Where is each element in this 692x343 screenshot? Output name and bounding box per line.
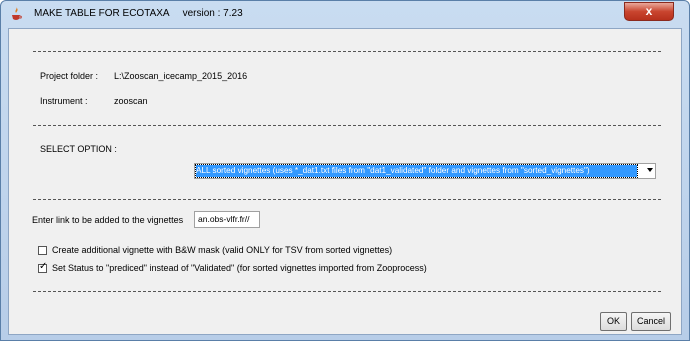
- separator: [33, 125, 661, 126]
- select-option-label: SELECT OPTION :: [40, 144, 117, 154]
- separator: [33, 291, 661, 292]
- close-icon: x: [645, 4, 653, 18]
- bw-mask-label: Create additional vignette with B&W mask…: [52, 245, 393, 255]
- link-input[interactable]: an.obs-vlfr.fr//: [194, 211, 260, 228]
- ok-button[interactable]: OK: [600, 312, 627, 331]
- cancel-button[interactable]: Cancel: [631, 312, 671, 331]
- status-predicted-label: Set Status to "prediced" instead of "Val…: [52, 263, 427, 273]
- checkmark-icon: ✓: [39, 261, 48, 272]
- project-folder-label: Project folder :: [40, 71, 99, 81]
- dialog-window: MAKE TABLE FOR ECOTAXA version : 7.23 x P…: [0, 0, 690, 341]
- instrument-label: Instrument :: [40, 96, 88, 106]
- link-label: Enter link to be added to the vignettes: [32, 215, 184, 225]
- java-cup-icon: [12, 7, 22, 20]
- close-button[interactable]: x: [624, 2, 674, 21]
- option-select-value: ALL sorted vignettes (uses *_dat1.txt fi…: [195, 164, 638, 178]
- window-version: version : 7.23: [182, 8, 243, 19]
- chevron-down-icon[interactable]: [647, 168, 653, 172]
- window-title: MAKE TABLE FOR ECOTAXA version : 7.23: [34, 8, 243, 19]
- window-title-text: MAKE TABLE FOR ECOTAXA: [34, 8, 170, 19]
- separator: [33, 199, 661, 200]
- title-bar[interactable]: MAKE TABLE FOR ECOTAXA version : 7.23 x: [1, 1, 689, 27]
- bw-mask-checkbox[interactable]: [38, 246, 47, 255]
- option-select[interactable]: ALL sorted vignettes (uses *_dat1.txt fi…: [194, 163, 656, 179]
- separator: [33, 51, 661, 52]
- dialog-content: [8, 28, 682, 335]
- project-folder-value: L:\Zooscan_icecamp_2015_2016: [114, 71, 248, 81]
- instrument-value: zooscan: [114, 96, 148, 106]
- status-predicted-checkbox[interactable]: ✓: [38, 261, 48, 273]
